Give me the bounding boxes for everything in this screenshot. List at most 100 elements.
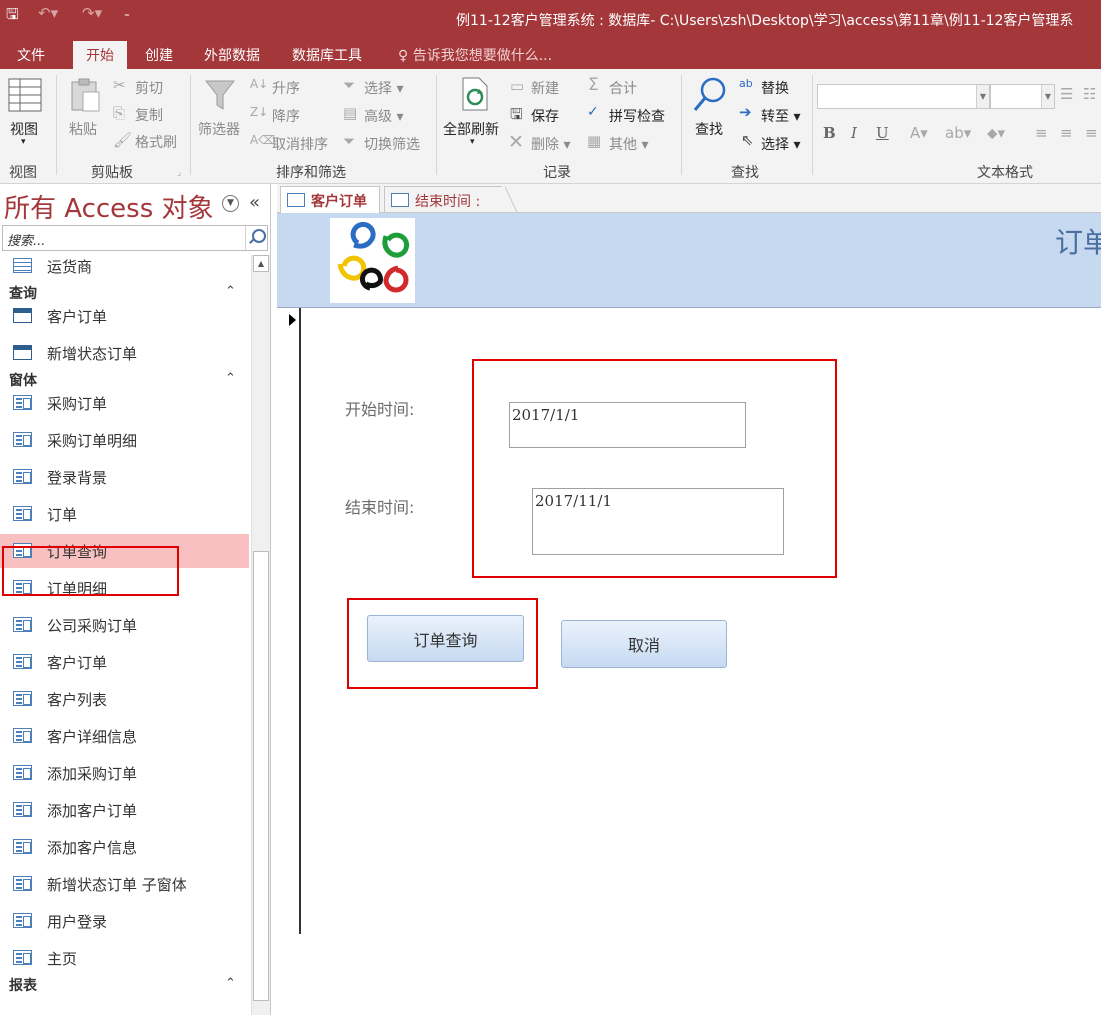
nav-item-form[interactable]: 订单 bbox=[0, 497, 249, 531]
save-record-button[interactable]: 保存 bbox=[531, 106, 559, 126]
sort-descending-button[interactable]: 降序 bbox=[272, 106, 300, 126]
logo bbox=[330, 218, 415, 303]
spelling-button[interactable]: 拼写检查 bbox=[609, 106, 665, 126]
section-collapse-icon[interactable]: ⌃ bbox=[225, 371, 236, 386]
nav-item-form[interactable]: 添加采购订单 bbox=[0, 756, 249, 790]
nav-item-form[interactable]: 客户列表 bbox=[0, 682, 249, 716]
tell-me-box[interactable]: ♀ 告诉我您想要做什么... bbox=[398, 45, 552, 65]
doc-tab-end-time[interactable]: 结束时间 : bbox=[384, 186, 502, 213]
form-header: 订单 bbox=[277, 213, 1101, 308]
align-left-icon[interactable]: ≡ bbox=[1035, 124, 1048, 142]
nav-item-form[interactable]: 主页 bbox=[0, 941, 249, 975]
more-button[interactable]: 其他 ▾ bbox=[609, 134, 648, 154]
goto-button[interactable]: 转至 ▾ bbox=[761, 106, 800, 126]
highlight-color-icon[interactable]: ab▾ bbox=[945, 124, 971, 142]
redo-icon[interactable]: ↷▾ bbox=[82, 4, 102, 22]
numbering-icon[interactable]: ☷ bbox=[1083, 85, 1096, 103]
end-time-input[interactable]: 2017/11/1 bbox=[532, 488, 784, 555]
dialog-launcher-icon[interactable]: ⌟ bbox=[177, 168, 181, 178]
search-icon[interactable] bbox=[245, 226, 266, 250]
bold-button[interactable]: B bbox=[823, 124, 836, 142]
tab-external-data[interactable]: 外部数据 bbox=[204, 45, 260, 65]
nav-item-form[interactable]: 订单查询 bbox=[0, 534, 249, 568]
scroll-up-icon[interactable]: ▲ bbox=[253, 255, 269, 272]
italic-button[interactable]: I bbox=[851, 124, 857, 142]
undo-icon[interactable]: ↶▾ bbox=[38, 4, 58, 22]
more-label: 其他 bbox=[609, 137, 637, 153]
advanced-filter-button[interactable]: 高级 ▾ bbox=[364, 106, 403, 126]
delete-icon: ✕ bbox=[508, 131, 524, 153]
align-center-icon[interactable]: ≡ bbox=[1060, 124, 1073, 142]
nav-item-label: 订单明细 bbox=[47, 580, 108, 598]
records-group-label: 记录 bbox=[543, 165, 571, 181]
form-icon bbox=[13, 691, 32, 706]
start-time-input[interactable]: 2017/1/1 bbox=[509, 402, 746, 448]
nav-item-form[interactable]: 用户登录 bbox=[0, 904, 249, 938]
nav-item-label: 新增状态订单 bbox=[47, 345, 138, 363]
collapse-pane-icon[interactable]: « bbox=[249, 192, 260, 213]
underline-button[interactable]: U bbox=[876, 124, 889, 142]
nav-menu-dropdown-icon[interactable]: ▼ bbox=[222, 195, 239, 212]
nav-item-form[interactable]: 客户订单 bbox=[0, 645, 249, 679]
nav-search-input[interactable]: 搜索... bbox=[2, 225, 268, 251]
customize-quick-access-icon[interactable]: ₌ bbox=[124, 7, 130, 20]
section-collapse-icon[interactable]: ⌃ bbox=[225, 976, 236, 991]
nav-scrollbar[interactable]: ▲ bbox=[251, 255, 270, 1015]
nav-item-form[interactable]: 客户详细信息 bbox=[0, 719, 249, 753]
format-painter-button[interactable]: 格式刷 bbox=[135, 132, 177, 152]
form-icon bbox=[13, 950, 32, 965]
nav-item-label: 客户订单 bbox=[47, 654, 108, 672]
totals-button[interactable]: 合计 bbox=[609, 78, 637, 98]
tell-me-text: 告诉我您想要做什么... bbox=[412, 48, 553, 64]
sort-ascending-button[interactable]: 升序 bbox=[272, 78, 300, 98]
save-icon[interactable]: 🖫 bbox=[6, 4, 19, 29]
nav-item-label: 登录背景 bbox=[47, 469, 108, 487]
query-icon bbox=[13, 308, 32, 323]
nav-item-form[interactable]: 新增状态订单 子窗体 bbox=[0, 867, 249, 901]
remove-sort-button[interactable]: 取消排序 bbox=[272, 134, 328, 154]
nav-item-form[interactable]: 公司采购订单 bbox=[0, 608, 249, 642]
nav-item-form[interactable]: 登录背景 bbox=[0, 460, 249, 494]
font-color-icon[interactable]: A▾ bbox=[910, 124, 928, 142]
font-size-combo[interactable]: ▼ bbox=[990, 84, 1055, 109]
scrollbar-thumb[interactable] bbox=[253, 551, 269, 1001]
record-selector[interactable] bbox=[277, 308, 301, 934]
nav-item-table[interactable]: 运货商 bbox=[0, 249, 249, 283]
cut-button[interactable]: 剪切 bbox=[135, 78, 163, 98]
replace-button[interactable]: 替换 bbox=[761, 78, 789, 98]
tab-home[interactable]: 开始 bbox=[73, 41, 127, 69]
tab-database-tools[interactable]: 数据库工具 bbox=[292, 45, 362, 65]
fill-color-icon[interactable]: ⬥▾ bbox=[987, 124, 1005, 142]
tab-create[interactable]: 创建 bbox=[145, 45, 173, 65]
nav-section-header[interactable]: 报表 bbox=[9, 975, 37, 995]
nav-item-form[interactable]: 添加客户订单 bbox=[0, 793, 249, 827]
cursor-icon: ⇖ bbox=[741, 131, 754, 149]
lightbulb-icon: ♀ bbox=[398, 48, 409, 64]
section-collapse-icon[interactable]: ⌃ bbox=[225, 284, 236, 299]
selection-filter-button[interactable]: 选择 ▾ bbox=[364, 78, 403, 98]
nav-item-label: 订单查询 bbox=[47, 543, 108, 561]
font-name-combo[interactable]: ▼ bbox=[817, 84, 990, 109]
bullets-icon[interactable]: ☰ bbox=[1060, 85, 1073, 103]
doc-tab-customer-orders[interactable]: 客户订单 bbox=[280, 186, 380, 213]
select-button[interactable]: 选择 ▾ bbox=[761, 134, 800, 154]
copy-button[interactable]: 复制 bbox=[135, 105, 163, 125]
cancel-button[interactable]: 取消 bbox=[561, 620, 727, 668]
delete-button[interactable]: 删除 ▾ bbox=[531, 134, 570, 154]
nav-item-label: 客户详细信息 bbox=[47, 728, 138, 746]
align-right-icon[interactable]: ≡ bbox=[1085, 124, 1098, 142]
views-group-label: 视图 bbox=[9, 165, 37, 181]
nav-item-form[interactable]: 订单明细 bbox=[0, 571, 249, 605]
nav-item-form[interactable]: 采购订单 bbox=[0, 386, 249, 420]
nav-item-form[interactable]: 采购订单明细 bbox=[0, 423, 249, 457]
nav-item-query[interactable]: 客户订单 bbox=[0, 299, 249, 333]
nav-item-form[interactable]: 添加客户信息 bbox=[0, 830, 249, 864]
form-header-title: 订单 bbox=[1055, 226, 1101, 259]
nav-item-query[interactable]: 新增状态订单 bbox=[0, 336, 249, 370]
new-record-button[interactable]: 新建 bbox=[531, 78, 559, 98]
nav-pane-title[interactable]: 所有 Access 对象 bbox=[4, 188, 214, 225]
group-separator bbox=[436, 75, 437, 175]
tab-file[interactable]: 文件 bbox=[17, 45, 45, 65]
order-query-button[interactable]: 订单查询 bbox=[367, 615, 524, 662]
toggle-filter-button[interactable]: 切换筛选 bbox=[364, 134, 420, 154]
